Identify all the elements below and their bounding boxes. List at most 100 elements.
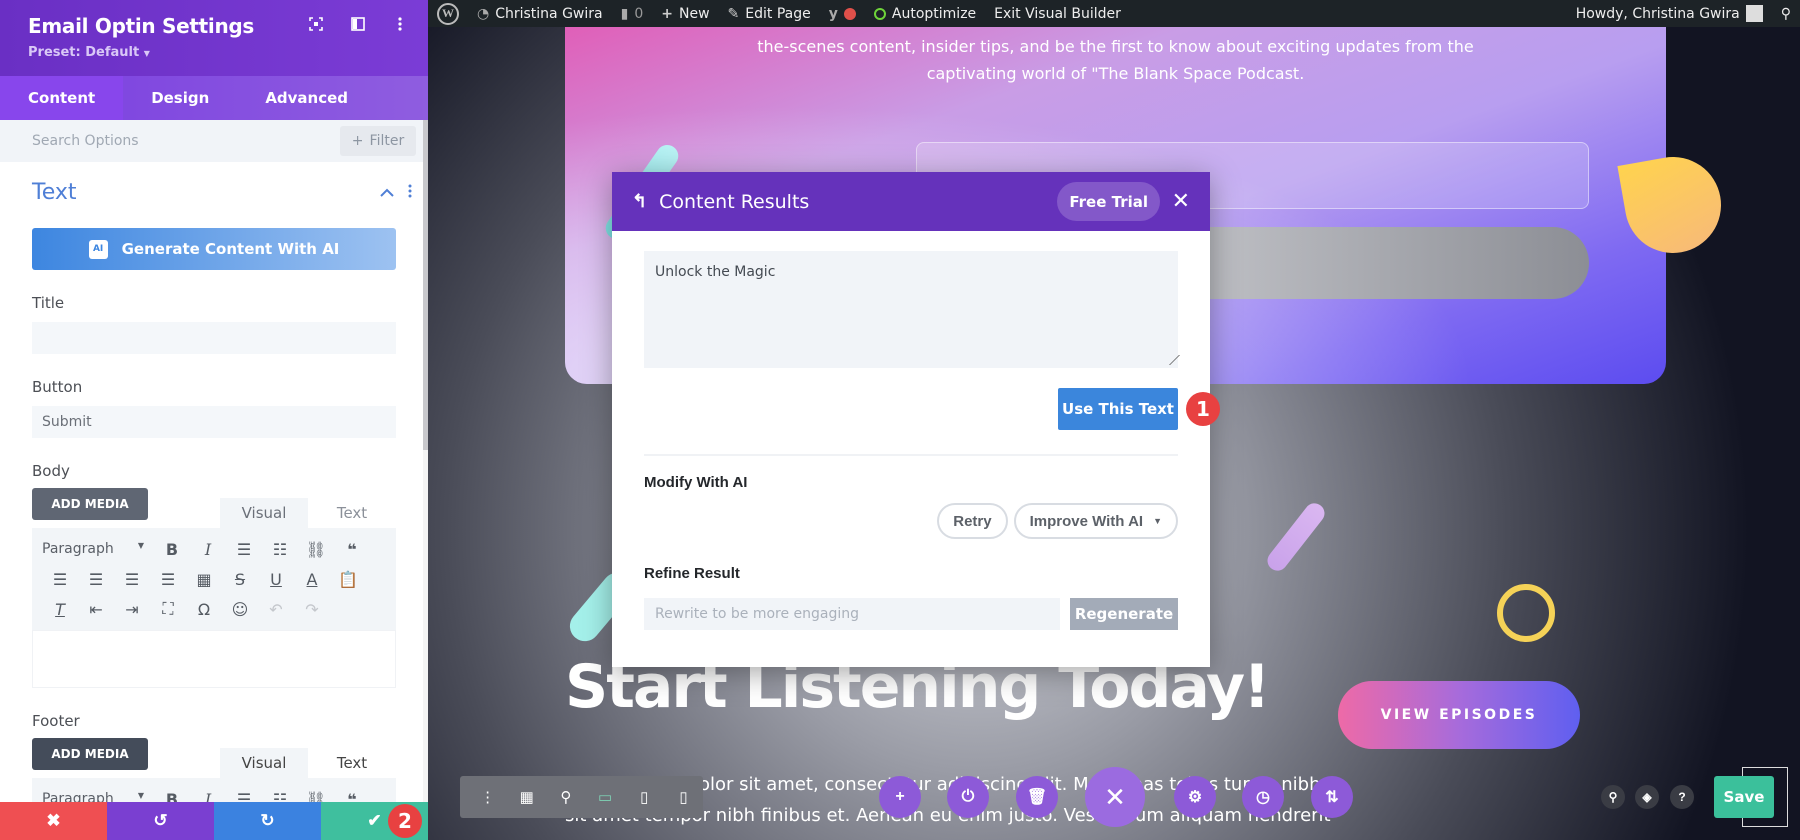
result-textarea[interactable]: Unlock the Magic bbox=[644, 251, 1180, 368]
filter-button[interactable]: + Filter bbox=[340, 126, 416, 156]
footer-add-media-button[interactable]: ADD MEDIA bbox=[32, 738, 148, 770]
resize-handle-icon[interactable] bbox=[1160, 355, 1180, 365]
clear-formatting-icon[interactable]: T bbox=[42, 600, 78, 619]
link-icon[interactable]: ⛓ bbox=[298, 540, 334, 559]
section-title: Text bbox=[32, 179, 77, 205]
more-vertical-icon[interactable]: ⋮ bbox=[468, 788, 507, 806]
comments-menu[interactable]: ▮ 0 bbox=[612, 6, 653, 22]
underline-icon[interactable]: U bbox=[258, 570, 294, 589]
modify-with-ai-label: Modify With AI bbox=[644, 474, 748, 491]
zoom-view-icon[interactable]: ⚲ bbox=[546, 788, 585, 806]
wordpress-icon: W bbox=[437, 2, 459, 25]
close-icon[interactable]: ✕ bbox=[1172, 189, 1190, 213]
admin-search-button[interactable]: ⚲ bbox=[1772, 6, 1800, 22]
add-module-button[interactable]: + bbox=[879, 776, 921, 818]
use-this-text-button[interactable]: Use This Text bbox=[1058, 388, 1178, 430]
save-page-button[interactable]: Save bbox=[1714, 776, 1774, 818]
focus-icon[interactable] bbox=[308, 16, 324, 32]
yoast-menu[interactable]: y bbox=[820, 6, 865, 22]
autoptimize-label: Autoptimize bbox=[891, 5, 977, 22]
undo-button[interactable]: ↺ bbox=[107, 802, 214, 840]
chevron-up-icon[interactable] bbox=[380, 184, 394, 201]
panel-action-bar: ✖ ↺ ↻ ✔ 2 bbox=[0, 802, 428, 840]
text-color-icon[interactable]: A bbox=[294, 570, 330, 589]
align-right-icon[interactable]: ☰ bbox=[114, 570, 150, 589]
desktop-view-icon[interactable]: ▭ bbox=[586, 788, 625, 806]
section-header[interactable]: Text bbox=[32, 162, 412, 222]
more-vertical-icon[interactable] bbox=[392, 16, 408, 32]
emoji-icon[interactable]: ☺ bbox=[222, 600, 258, 619]
wp-logo-menu[interactable]: W bbox=[428, 2, 468, 25]
align-justify-icon[interactable]: ☰ bbox=[150, 570, 186, 589]
footer-editor-tab-text[interactable]: Text bbox=[308, 748, 396, 778]
footer-editor-tab-visual[interactable]: Visual bbox=[220, 748, 308, 778]
body-editor-area[interactable] bbox=[32, 630, 396, 688]
portability-button[interactable]: ⇅ bbox=[1311, 776, 1353, 818]
help-button[interactable]: ? bbox=[1670, 785, 1694, 809]
tab-advanced[interactable]: Advanced bbox=[237, 76, 376, 120]
button-text-input[interactable]: Submit bbox=[32, 406, 396, 438]
new-content-menu[interactable]: + New bbox=[652, 6, 718, 22]
editor-tab-visual[interactable]: Visual bbox=[220, 498, 308, 528]
history-button[interactable]: ◷ bbox=[1242, 776, 1284, 818]
strikethrough-icon[interactable]: S bbox=[222, 570, 258, 589]
wireframe-view-icon[interactable]: ▦ bbox=[507, 788, 546, 806]
indent-icon[interactable]: ⇥ bbox=[114, 600, 150, 619]
site-name-menu[interactable]: ◔ Christina Gwira bbox=[468, 6, 612, 22]
paste-text-icon[interactable]: 📋 bbox=[330, 570, 366, 589]
table-icon[interactable]: ▦ bbox=[186, 570, 222, 589]
edit-page-link[interactable]: ✎ Edit Page bbox=[719, 6, 820, 22]
title-input[interactable] bbox=[32, 322, 396, 354]
more-vertical-icon[interactable] bbox=[408, 184, 412, 201]
regenerate-button[interactable]: Regenerate bbox=[1070, 598, 1178, 630]
special-character-icon[interactable]: Ω bbox=[186, 600, 222, 619]
improve-with-ai-dropdown[interactable]: Improve With AI ▼ bbox=[1013, 503, 1178, 539]
align-center-icon[interactable]: ☰ bbox=[78, 570, 114, 589]
redo-button[interactable]: ↻ bbox=[214, 802, 321, 840]
footer-label: Footer bbox=[32, 712, 80, 730]
panel-scrollbar-thumb[interactable] bbox=[423, 120, 428, 450]
bold-icon[interactable]: B bbox=[154, 540, 190, 559]
preset-dropdown[interactable]: Preset: Default ▼ bbox=[28, 45, 400, 60]
redo-icon[interactable]: ↷ bbox=[294, 600, 330, 619]
refine-prompt-input[interactable]: Rewrite to be more engaging bbox=[644, 598, 1060, 630]
sidebar-toggle-icon[interactable] bbox=[350, 16, 366, 32]
back-arrow-icon[interactable]: ↰ bbox=[632, 191, 647, 212]
numbered-list-icon[interactable]: ☷ bbox=[262, 540, 298, 559]
tab-design[interactable]: Design bbox=[123, 76, 237, 120]
caret-down-icon: ▼ bbox=[137, 541, 144, 550]
plus-icon: + bbox=[351, 133, 364, 149]
ai-button-label: Generate Content With AI bbox=[121, 240, 340, 258]
optin-submit-button[interactable] bbox=[1165, 227, 1589, 299]
close-builder-button[interactable]: ✕ bbox=[1085, 767, 1145, 827]
save-changes-button[interactable]: ✔ 2 bbox=[321, 802, 428, 840]
layers-button[interactable]: ◈ bbox=[1635, 785, 1659, 809]
editor-tab-text[interactable]: Text bbox=[308, 498, 396, 528]
autoptimize-menu[interactable]: Autoptimize bbox=[865, 6, 985, 22]
load-layout-button[interactable]: ⏻ bbox=[947, 776, 989, 818]
italic-icon[interactable]: I bbox=[190, 540, 226, 559]
layers-icon: ◈ bbox=[1642, 790, 1652, 804]
fullscreen-icon[interactable]: ⛶ bbox=[150, 599, 186, 619]
clear-layout-button[interactable]: 🗑 bbox=[1016, 776, 1058, 818]
discard-button[interactable]: ✖ bbox=[0, 802, 107, 840]
add-media-button[interactable]: ADD MEDIA bbox=[32, 488, 148, 520]
generate-content-ai-button[interactable]: AI Generate Content With AI bbox=[32, 228, 396, 270]
search-options-input[interactable]: Search Options + Filter bbox=[0, 120, 428, 162]
page-settings-button[interactable]: ⚙ bbox=[1174, 776, 1216, 818]
exit-visual-builder-link[interactable]: Exit Visual Builder bbox=[985, 6, 1130, 22]
find-replace-button[interactable]: ⚲ bbox=[1601, 785, 1625, 809]
tab-content[interactable]: Content bbox=[0, 76, 124, 120]
phone-view-icon[interactable]: ▯ bbox=[664, 788, 703, 806]
blockquote-icon[interactable]: ❝ bbox=[334, 540, 370, 559]
undo-icon[interactable]: ↶ bbox=[258, 600, 294, 619]
free-trial-button[interactable]: Free Trial bbox=[1057, 182, 1160, 221]
account-menu[interactable]: Howdy, Christina Gwira bbox=[1567, 5, 1772, 22]
bullet-list-icon[interactable]: ☰ bbox=[226, 540, 262, 559]
align-left-icon[interactable]: ☰ bbox=[42, 570, 78, 589]
view-episodes-button[interactable]: VIEW EPISODES bbox=[1338, 681, 1580, 749]
tablet-view-icon[interactable]: ▯ bbox=[625, 788, 664, 806]
outdent-icon[interactable]: ⇤ bbox=[78, 600, 114, 619]
retry-button[interactable]: Retry bbox=[937, 503, 1008, 539]
paragraph-format-select[interactable]: Paragraph ▼ bbox=[42, 541, 154, 557]
